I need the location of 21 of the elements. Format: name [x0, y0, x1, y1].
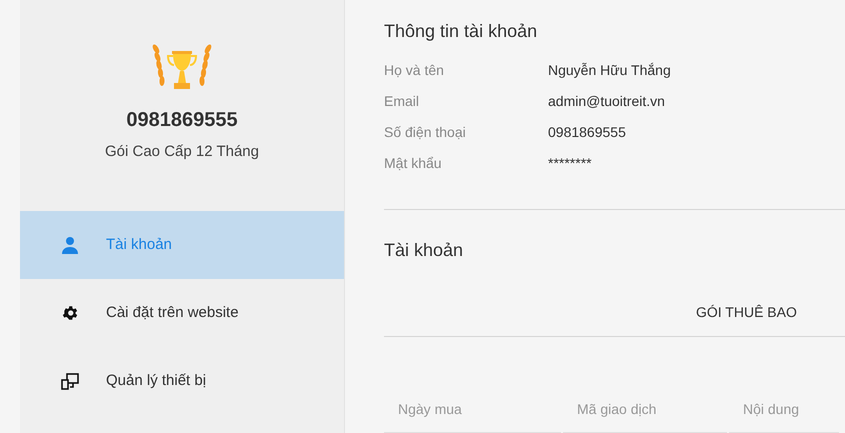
profile-phone: 0981869555 [126, 108, 238, 133]
field-value: 0981869555 [548, 123, 626, 142]
user-icon [61, 236, 79, 254]
field-value: ******** [548, 154, 592, 173]
column-header: Ngày mua [384, 387, 561, 433]
settings-icon [61, 304, 79, 322]
profile-plan: Gói Cao Cấp 12 Tháng [105, 142, 259, 162]
subscription-tab[interactable]: GÓI THUÊ BAO [696, 302, 797, 323]
field-label: Họ và tên [384, 61, 445, 80]
field-label: Mật khẩu [384, 154, 443, 173]
section-title: Thông tin tài khoản [384, 20, 538, 43]
devices-icon [61, 372, 79, 390]
section-title: Tài khoản [384, 239, 464, 262]
column-header: Nội dung [729, 387, 839, 433]
sidebar-item[interactable]: Cài đặt trên website [20, 279, 344, 347]
column-header: Mã giao dịch [563, 387, 727, 433]
field-label: Email [384, 92, 420, 111]
sidebar-item[interactable]: Quản lý thiết bị [20, 347, 344, 415]
field-value: admin@tuoitreit.vn [548, 92, 665, 111]
field-value: Nguyễn Hữu Thắng [548, 61, 671, 80]
field-label: Số điện thoại [384, 123, 467, 142]
